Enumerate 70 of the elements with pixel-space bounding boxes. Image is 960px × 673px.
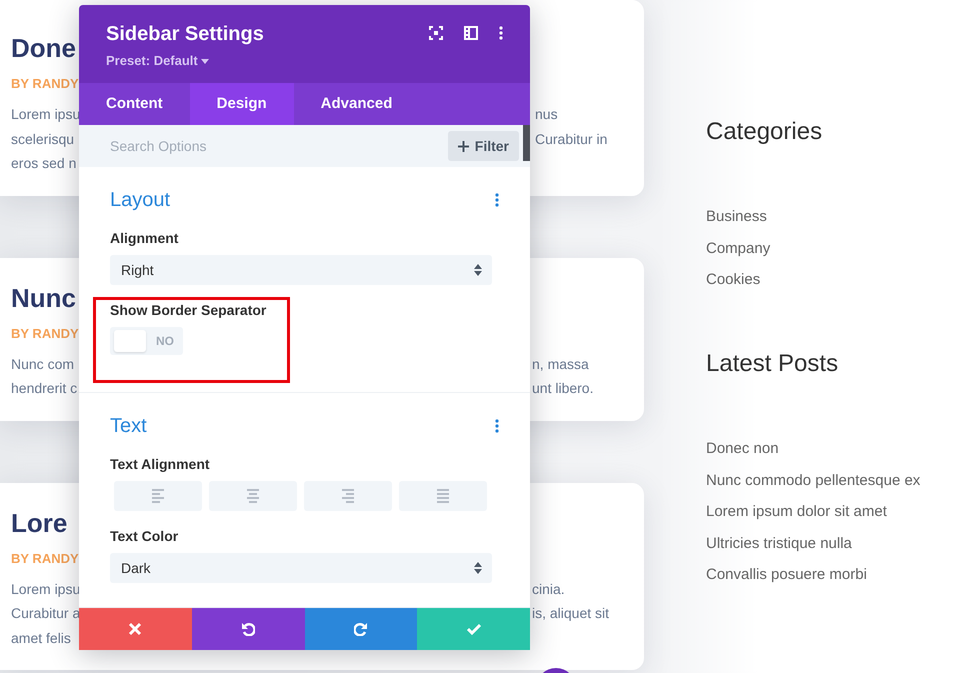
plus-icon bbox=[458, 140, 469, 152]
save-button[interactable] bbox=[417, 608, 530, 650]
more-icon[interactable] bbox=[495, 419, 499, 433]
align-button[interactable] bbox=[114, 481, 202, 511]
more-icon[interactable] bbox=[499, 26, 503, 40]
post-excerpt-line: Lorem ipsu bbox=[11, 105, 80, 124]
search-field[interactable]: Search Options bbox=[79, 125, 448, 167]
post-excerpt-line: hendrerit c bbox=[11, 379, 78, 398]
panel-tab[interactable]: Content bbox=[79, 83, 190, 125]
select-field[interactable]: Right bbox=[110, 255, 492, 285]
panel-tab[interactable]: Advanced bbox=[294, 83, 420, 125]
field-label: Text Color bbox=[110, 527, 178, 545]
align-button[interactable] bbox=[399, 481, 487, 511]
panel-title: Sidebar Settings bbox=[106, 22, 264, 47]
widget-heading: Latest Posts bbox=[706, 349, 840, 379]
post-excerpt-line: eros sed n bbox=[11, 154, 76, 173]
columns-icon[interactable] bbox=[464, 26, 478, 40]
post-excerpt-line: is, aliquet sit bbox=[532, 604, 610, 623]
preset-dropdown[interactable]: Preset: Default bbox=[106, 51, 210, 70]
sort-arrows-icon bbox=[474, 562, 482, 574]
expand-icon[interactable] bbox=[429, 26, 443, 40]
post-excerpt-line: amet felis bbox=[11, 628, 71, 648]
widget-heading: Categories bbox=[706, 117, 824, 147]
post-excerpt-line: cinia. bbox=[532, 580, 565, 598]
align-right-icon bbox=[342, 489, 354, 503]
sidebar-link[interactable]: Company bbox=[706, 238, 770, 258]
post-excerpt-line: scelerisqu bbox=[11, 130, 74, 149]
post-excerpt-line: unt libero. bbox=[532, 379, 594, 398]
field-label: Show Border Separator bbox=[110, 301, 266, 319]
align-justify-icon bbox=[437, 489, 449, 503]
filter-button[interactable]: Filter bbox=[448, 131, 519, 161]
post-excerpt-line: Nunc com bbox=[11, 354, 74, 374]
align-left-icon bbox=[152, 489, 164, 503]
sidebar-link[interactable]: Nunc commodo pellentesque ex bbox=[706, 470, 920, 490]
sidebar-link[interactable]: Cookies bbox=[706, 270, 760, 290]
close-icon bbox=[128, 622, 142, 636]
sidebar-link[interactable]: Business bbox=[706, 207, 767, 227]
post-title[interactable]: Nunc bbox=[11, 280, 76, 316]
caret-icon bbox=[201, 59, 210, 64]
sidebar-link[interactable]: Donec non bbox=[706, 439, 779, 459]
post-title[interactable]: Lore bbox=[11, 504, 68, 540]
redo-button[interactable] bbox=[304, 608, 418, 650]
cancel-button[interactable] bbox=[79, 608, 192, 650]
sidebar-link[interactable]: Lorem ipsum dolor sit amet bbox=[706, 502, 887, 522]
align-button[interactable] bbox=[304, 481, 392, 511]
align-center-icon bbox=[247, 489, 259, 503]
section-title[interactable]: Layout bbox=[110, 187, 170, 213]
redo-icon bbox=[354, 622, 368, 636]
post-author: BY RANDY bbox=[11, 75, 79, 93]
post-excerpt-line: Curabitur in bbox=[535, 130, 608, 148]
more-icon[interactable] bbox=[495, 193, 499, 207]
post-excerpt-line: n, massa bbox=[532, 354, 589, 374]
post-excerpt-line: Lorem ipsu bbox=[11, 580, 80, 599]
scrollbar-thumb[interactable] bbox=[523, 125, 530, 161]
field-label: Alignment bbox=[110, 229, 178, 247]
undo-button[interactable] bbox=[192, 608, 304, 650]
undo-icon bbox=[241, 622, 256, 636]
select-field[interactable]: Dark bbox=[110, 553, 492, 583]
post-title[interactable]: Done bbox=[11, 30, 76, 66]
post-author: BY RANDY bbox=[11, 324, 79, 342]
sort-arrows-icon bbox=[474, 264, 482, 276]
align-button[interactable] bbox=[209, 481, 297, 511]
panel-tab[interactable]: Design bbox=[190, 83, 294, 125]
post-excerpt-line: nus bbox=[535, 105, 558, 124]
post-author: BY RANDY bbox=[11, 550, 79, 568]
sidebar-link[interactable]: Convallis posuere morbi bbox=[706, 565, 867, 585]
field-label: Text Alignment bbox=[110, 455, 210, 473]
section-title[interactable]: Text bbox=[110, 413, 147, 439]
sidebar-link[interactable]: Ultricies tristique nulla bbox=[706, 534, 852, 554]
check-icon bbox=[466, 622, 481, 636]
